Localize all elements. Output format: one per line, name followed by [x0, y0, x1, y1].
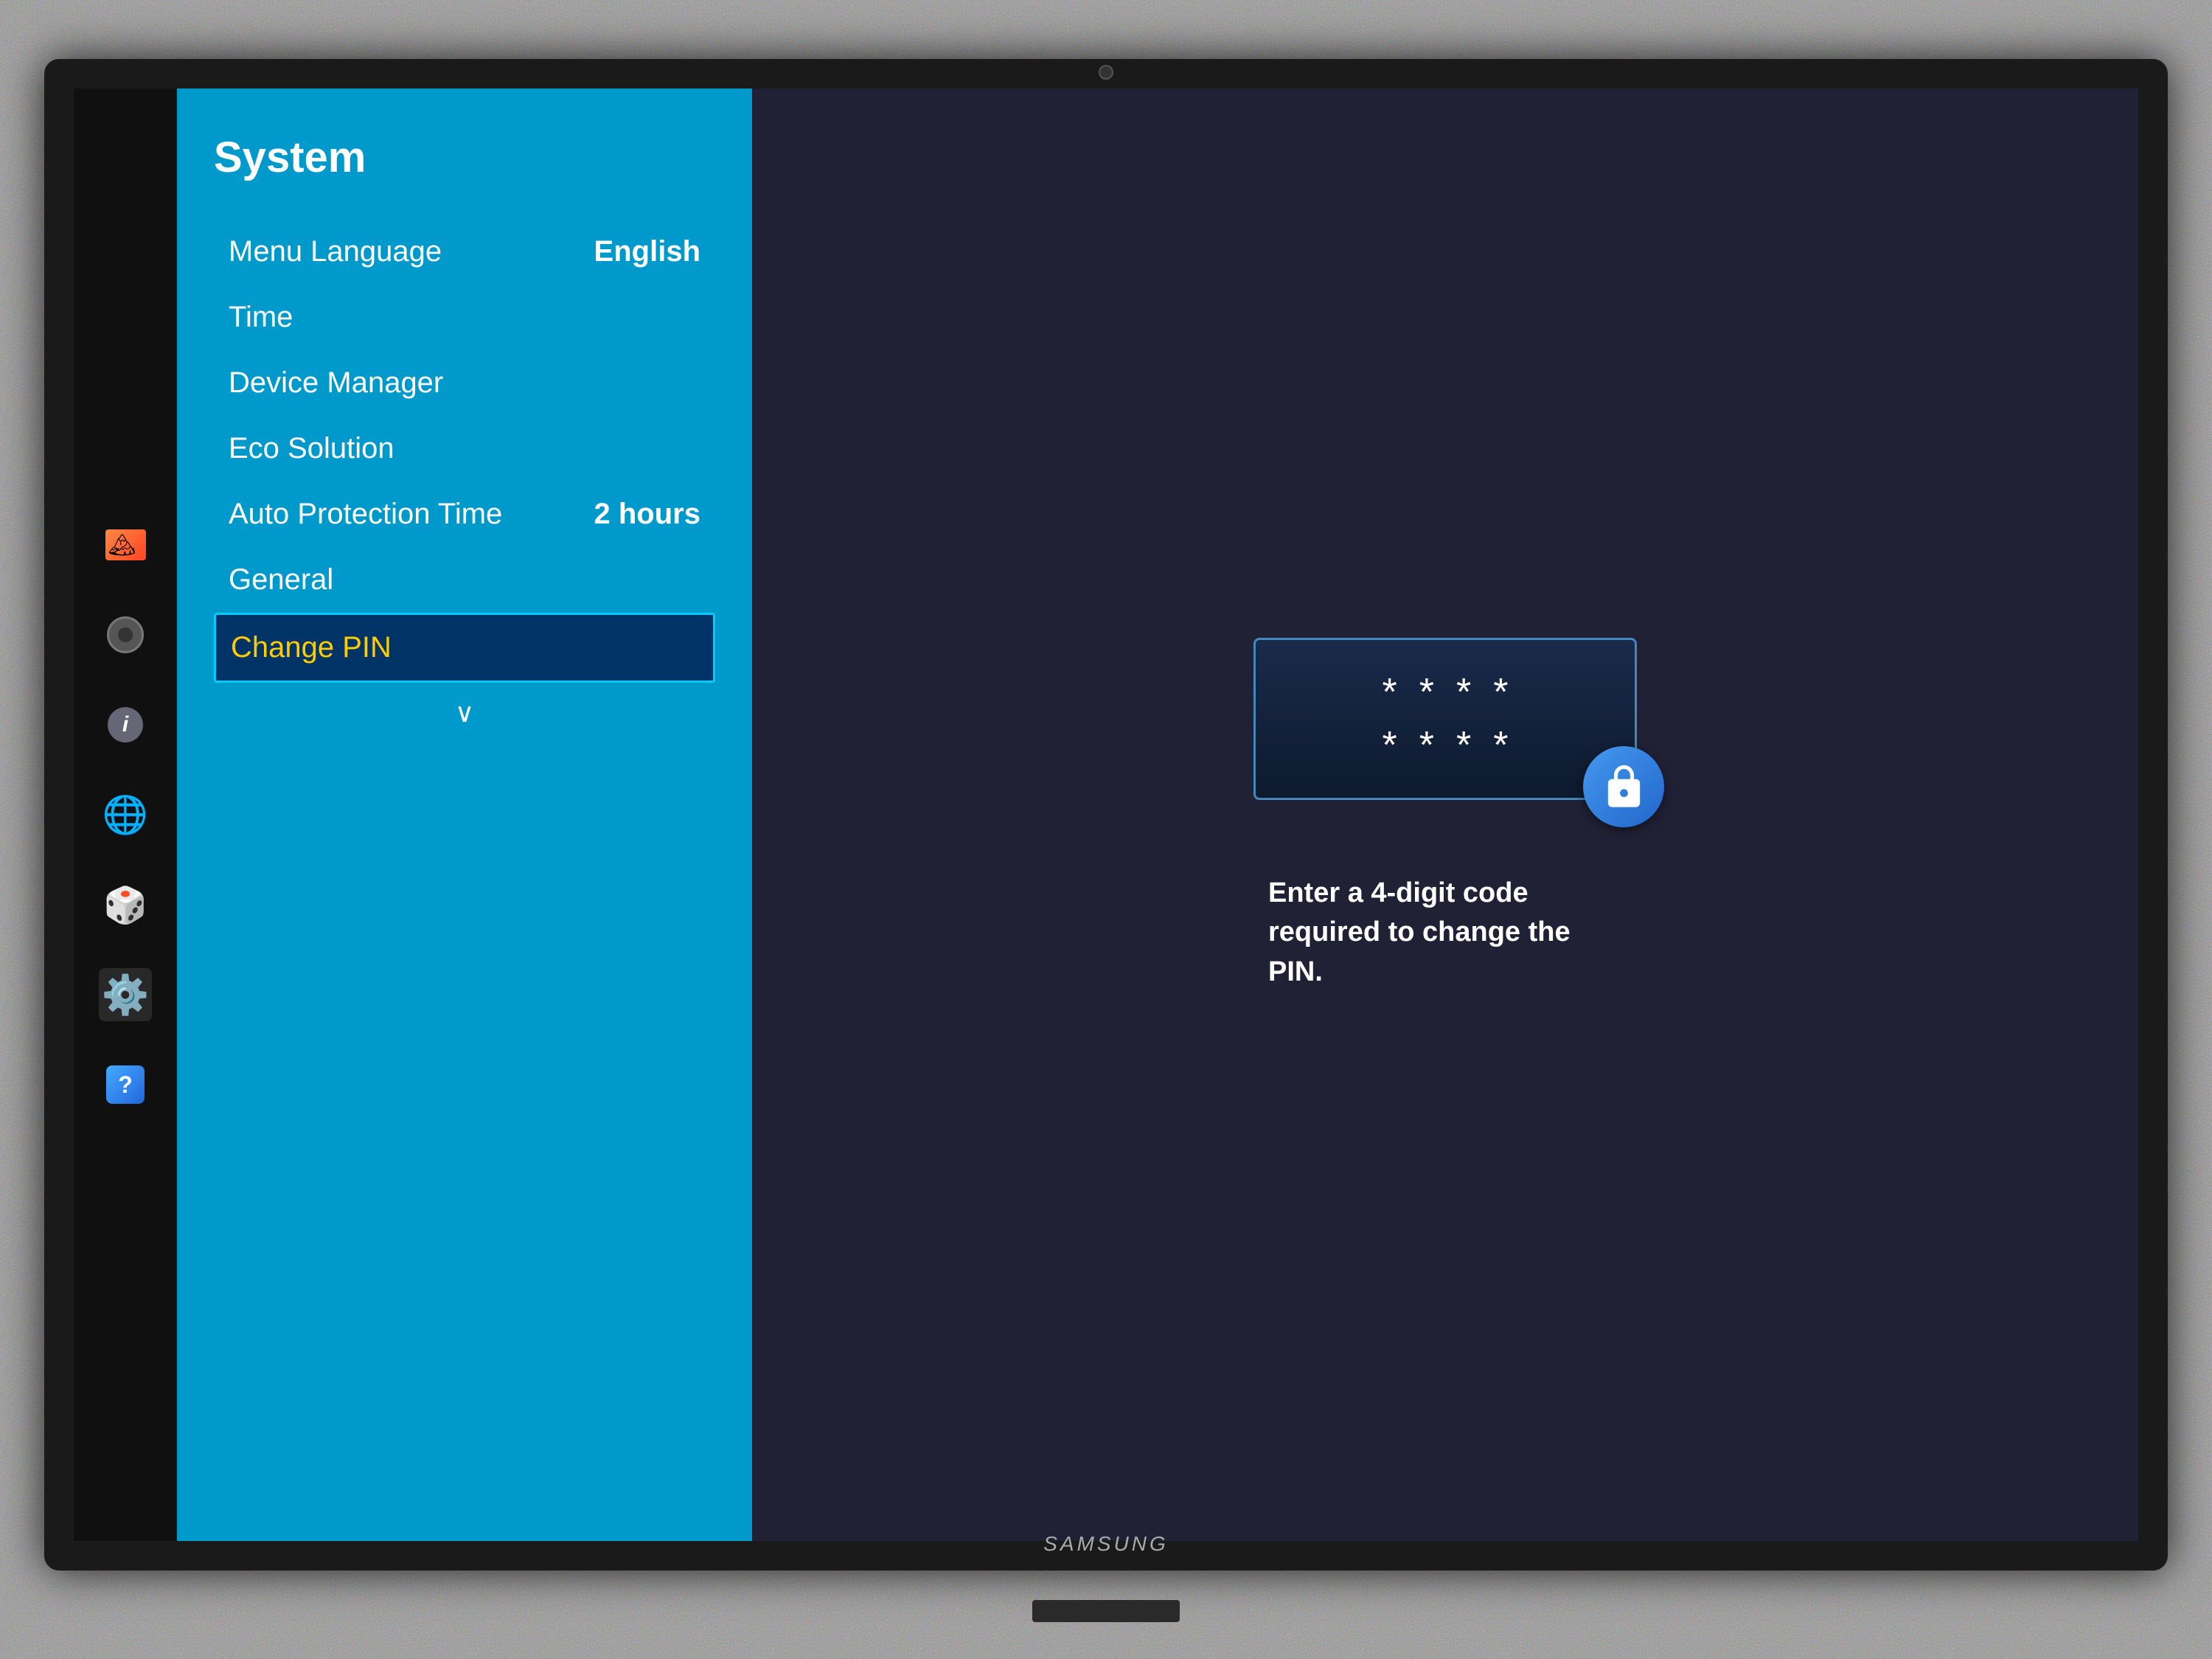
tv-screen: i 🌐 🎲 ⚙️ ? System Menu Languag: [74, 88, 2138, 1541]
menu-item-language[interactable]: Menu Language English: [214, 219, 715, 285]
menu-item-auto-protection-label: Auto Protection Time: [229, 498, 502, 531]
menu-item-eco-solution-label: Eco Solution: [229, 432, 394, 465]
menu-item-auto-protection[interactable]: Auto Protection Time 2 hours: [214, 481, 715, 547]
menu-item-time-label: Time: [229, 301, 293, 334]
sidebar-icon-info[interactable]: i: [99, 698, 152, 751]
menu-item-device-manager-label: Device Manager: [229, 366, 443, 400]
tv-base: [1032, 1600, 1180, 1622]
menu-item-language-value: English: [594, 235, 700, 268]
samsung-logo: SAMSUNG: [1043, 1532, 1169, 1556]
apps-icon: 🎲: [103, 884, 147, 926]
pin-dot-1-1: *: [1382, 673, 1397, 712]
speaker-icon: [107, 616, 144, 653]
pin-row-2: * * * *: [1382, 726, 1509, 765]
sidebar-icon-support[interactable]: ?: [99, 1058, 152, 1111]
system-menu-panel: System Menu Language English Time Device…: [177, 88, 752, 1541]
pin-dot-2-2: *: [1419, 726, 1434, 765]
pin-dot-2-4: *: [1493, 726, 1508, 765]
menu-item-language-label: Menu Language: [229, 235, 442, 268]
sidebar: i 🌐 🎲 ⚙️ ?: [74, 88, 177, 1541]
pin-row-1: * * * *: [1382, 673, 1509, 712]
scroll-down-indicator: ∨: [214, 698, 715, 728]
menu-item-device-manager[interactable]: Device Manager: [214, 350, 715, 416]
system-menu-title: System: [214, 133, 715, 182]
pin-dot-1-4: *: [1493, 673, 1508, 712]
info-panel: * * * * * * * *: [752, 88, 2138, 1541]
menu-item-auto-protection-value: 2 hours: [594, 498, 700, 531]
lock-icon: [1600, 763, 1648, 811]
pin-dot-2-3: *: [1456, 726, 1471, 765]
settings-icon: ⚙️: [102, 973, 150, 1018]
menu-item-change-pin-label: Change PIN: [231, 631, 392, 664]
menu-item-time[interactable]: Time: [214, 285, 715, 350]
pin-dot-1-2: *: [1419, 673, 1434, 712]
sidebar-icon-photo[interactable]: [99, 518, 152, 571]
info-icon: i: [108, 707, 143, 742]
support-icon: ?: [106, 1065, 145, 1104]
sidebar-icon-smarthub[interactable]: 🎲: [99, 878, 152, 931]
pin-display-box: * * * * * * * *: [1253, 638, 1637, 800]
globe-icon: 🌐: [102, 793, 148, 837]
pin-description: Enter a 4-digit code required to change …: [1268, 874, 1622, 992]
tv-frame: i 🌐 🎲 ⚙️ ? System Menu Languag: [44, 59, 2168, 1571]
sidebar-icon-settings[interactable]: ⚙️: [99, 968, 152, 1021]
webcam: [1099, 65, 1113, 80]
lock-icon-container: [1583, 746, 1664, 827]
menu-item-eco-solution[interactable]: Eco Solution: [214, 416, 715, 481]
sidebar-icon-network[interactable]: 🌐: [99, 788, 152, 841]
pin-dot-1-3: *: [1456, 673, 1471, 712]
pin-dot-2-1: *: [1382, 726, 1397, 765]
photo-icon: [105, 529, 146, 560]
menu-item-change-pin[interactable]: Change PIN: [214, 613, 715, 683]
menu-item-general-label: General: [229, 563, 333, 597]
sidebar-icon-sound[interactable]: [99, 608, 152, 661]
menu-item-general[interactable]: General: [214, 547, 715, 613]
